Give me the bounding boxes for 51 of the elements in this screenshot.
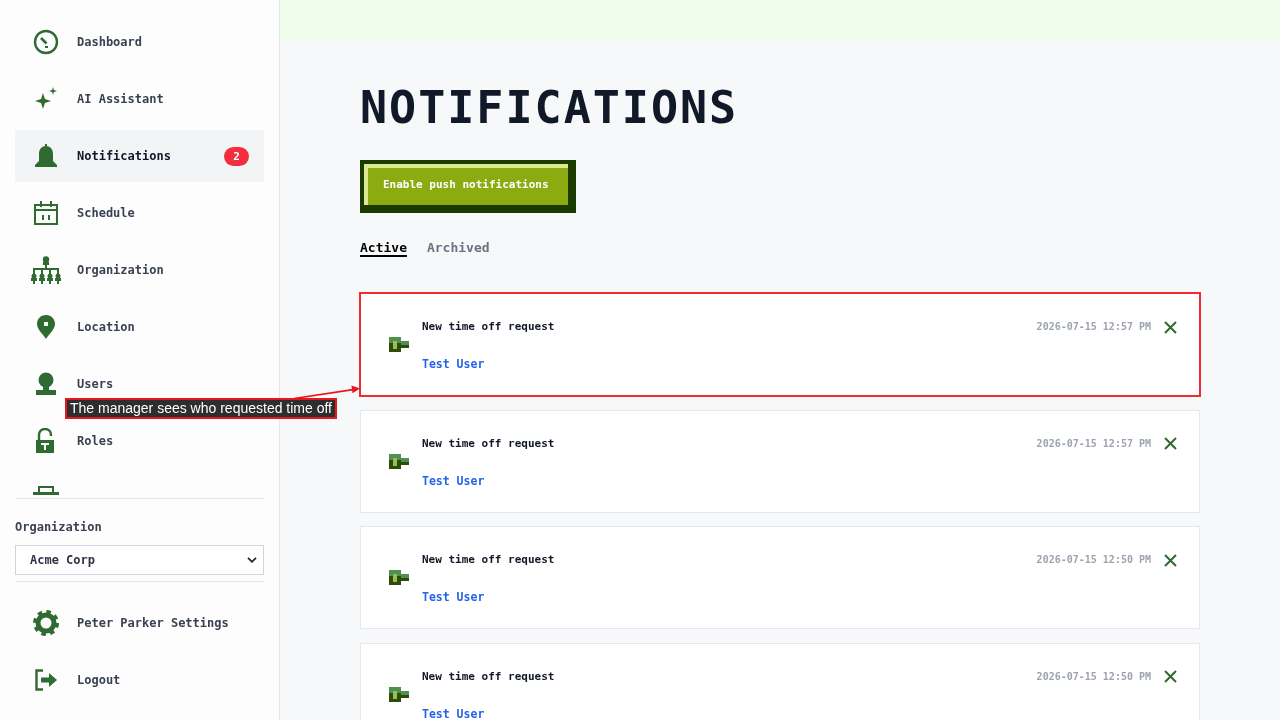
pointing-hand-icon — [389, 453, 409, 469]
page-title: NOTIFICATIONS — [360, 85, 739, 130]
sidebar-item[interactable]: Logout — [15, 666, 264, 694]
gauge-icon — [33, 29, 59, 55]
sidebar-item[interactable]: Notifications 2 — [15, 130, 264, 182]
user-icon — [33, 371, 59, 397]
organization-select[interactable]: Acme Corp — [15, 545, 264, 575]
pointing-hand-icon — [389, 337, 409, 352]
dismiss-button[interactable] — [1164, 320, 1177, 334]
count-badge: 2 — [224, 146, 249, 166]
notification-time: 2026-07-15 12:50 PM — [1036, 553, 1151, 567]
notification-title: New time off request — [422, 668, 555, 685]
user-link[interactable]: Test User — [422, 358, 485, 370]
notification-time: 2026-07-15 12:57 PM — [1036, 436, 1151, 451]
chevron-icon — [247, 557, 257, 563]
notification-title: New time off request — [422, 319, 555, 335]
notification-time: 2026-07-15 12:50 PM — [1036, 669, 1151, 684]
close-icon — [1164, 437, 1177, 450]
gear-icon — [33, 610, 59, 636]
sidebar-item[interactable]: Roles — [15, 427, 264, 455]
close-icon — [1164, 553, 1177, 567]
exit-arrow-icon — [33, 667, 59, 693]
sidebar-item[interactable]: Dashboard — [15, 28, 264, 56]
pointing-hand-icon — [389, 570, 409, 585]
close-icon — [1164, 670, 1177, 683]
annotation-arrow — [293, 385, 360, 400]
tab[interactable]: Active — [360, 239, 407, 257]
calendar-icon — [33, 200, 59, 226]
sidebar-item[interactable]: Organization — [15, 256, 264, 284]
dismiss-button[interactable] — [1164, 553, 1177, 567]
annotation-callout: The manager sees who requested time off — [65, 398, 337, 419]
organization-label: Organization — [15, 519, 102, 535]
user-link[interactable]: Test User — [422, 707, 485, 720]
notification-title: New time off request — [422, 552, 555, 568]
org-chart-icon — [30, 256, 62, 284]
user-link[interactable]: Test User — [422, 474, 485, 487]
sidebar-item[interactable]: Location — [15, 313, 264, 341]
sidebar-item[interactable]: Schedule — [15, 199, 264, 227]
bell-icon — [33, 143, 59, 169]
partial-nav-icon — [33, 486, 59, 495]
user-link[interactable]: Test User — [422, 591, 485, 603]
notification-title: New time off request — [422, 435, 555, 452]
tab[interactable]: Archived — [426, 239, 490, 257]
dismiss-button[interactable] — [1164, 670, 1177, 683]
sidebar-item[interactable]: Peter Parker Settings — [15, 609, 264, 637]
pointing-hand-icon — [389, 686, 409, 702]
close-icon — [1164, 320, 1177, 334]
sidebar-item[interactable]: Users — [15, 370, 264, 398]
sidebar-item[interactable]: AI Assistant — [15, 85, 264, 113]
dismiss-button[interactable] — [1164, 437, 1177, 450]
notification-time: 2026-07-15 12:57 PM — [1036, 320, 1151, 334]
